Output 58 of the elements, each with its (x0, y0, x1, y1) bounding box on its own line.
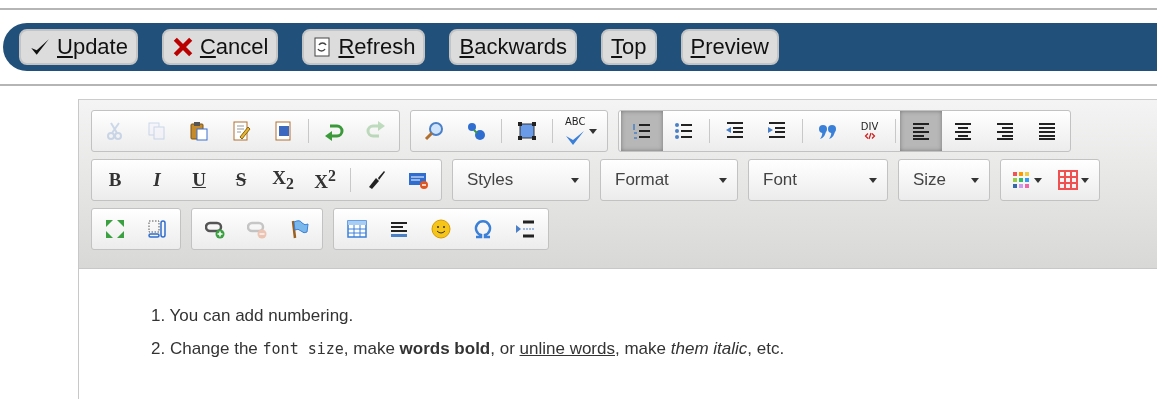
indent-icon (766, 121, 787, 141)
dropdown[interactable]: Size (898, 159, 990, 201)
dropdown[interactable]: Font (748, 159, 888, 201)
show-blocks-icon (147, 219, 167, 239)
toolbar-button[interactable]: Cancel (161, 29, 279, 65)
caret-icon (571, 177, 579, 183)
align-left-icon (910, 121, 931, 141)
toolbar-button[interactable]: Backwards (449, 29, 578, 65)
align-right-icon (994, 121, 1015, 141)
document-icon (273, 121, 293, 141)
code-button[interactable]: DIV (848, 111, 891, 151)
list-item: 1. You can add numbering. (151, 305, 355, 327)
unlink-icon (247, 219, 267, 239)
list-item: 2. Change the font size, make words bold, or unline words, make them italic, etc. (151, 338, 786, 360)
omega-icon (473, 219, 493, 239)
dropdown[interactable]: Styles (452, 159, 590, 201)
table-grid-icon (1058, 170, 1078, 190)
bulleted-list-icon (673, 121, 694, 141)
horizontal-rule-icon (389, 219, 409, 239)
link-icon (205, 219, 225, 239)
html-icon (408, 170, 428, 190)
justify-icon (1036, 121, 1057, 141)
caret-icon (971, 177, 979, 183)
smiley-icon (431, 219, 451, 239)
redo-icon (366, 121, 386, 141)
superscript-button[interactable]: X$^{2}$ (304, 160, 346, 200)
spell-check-button[interactable]: ABC (557, 111, 605, 151)
toolbar-button[interactable]: Top (601, 29, 657, 65)
subscript-button[interactable]: X$_{2}$ (262, 160, 304, 200)
numbered-list-icon (631, 121, 652, 141)
bold-button[interactable]: B (94, 160, 136, 200)
notepad-icon (231, 121, 251, 141)
cross-icon (171, 36, 194, 58)
dropdown[interactable]: Format (600, 159, 738, 201)
italic-button[interactable]: I (136, 160, 178, 200)
toolbar-button[interactable]: Update (19, 29, 138, 65)
align-center-icon (952, 121, 973, 141)
caret-icon (719, 177, 727, 183)
align-left-button[interactable] (899, 111, 942, 151)
numbered-list-button[interactable] (620, 111, 663, 151)
refresh-icon (312, 36, 333, 58)
color-grid-icon (1011, 170, 1031, 190)
strikethrough-button[interactable]: S (220, 160, 262, 200)
search-icon (424, 121, 444, 141)
underline-button[interactable]: U (178, 160, 220, 200)
caret-icon (869, 177, 877, 183)
toolbar-button[interactable]: Refresh (302, 29, 426, 65)
cut-icon (105, 121, 125, 141)
select-all-icon (517, 121, 537, 141)
flag-icon (289, 219, 309, 239)
maximize-icon (105, 219, 125, 239)
paste-icon (189, 121, 209, 141)
copy-icon (147, 121, 167, 141)
brush-icon (366, 170, 386, 190)
toolbar-button[interactable]: Preview (680, 29, 779, 65)
table-icon (347, 219, 367, 239)
outdent-icon (724, 121, 745, 141)
page-break-icon (515, 219, 535, 239)
